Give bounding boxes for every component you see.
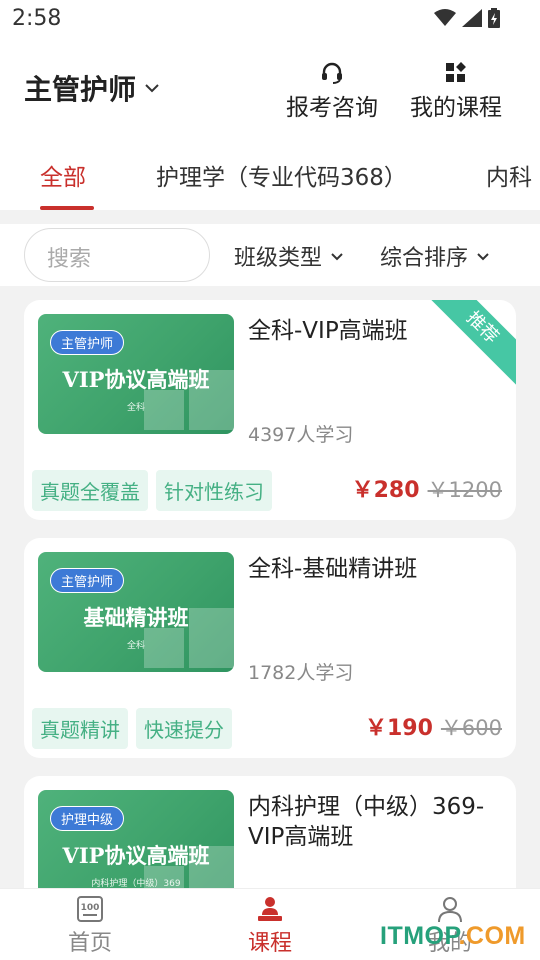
thumbnail-tag: 护理中级 <box>50 806 125 831</box>
course-thumbnail: 主管护师 基础精讲班 全科 <box>38 552 234 672</box>
tab-nursing-368[interactable]: 护理学（专业代码368） <box>156 158 407 192</box>
class-type-label: 班级类型 <box>234 246 323 271</box>
learner-count: 1782人学习 <box>248 662 354 684</box>
nav-home-label: 首页 <box>67 931 112 956</box>
watermark-text-a: ITMOP <box>380 922 459 950</box>
page-title: 主管护师 <box>24 73 137 106</box>
price: ￥280 <box>351 478 420 503</box>
course-title: 全科-基础精讲班 <box>248 556 418 582</box>
search-input[interactable]: 搜索 <box>24 228 210 282</box>
teacher-icon <box>258 897 282 921</box>
thumbnail-subtitle: 全科 <box>126 641 145 651</box>
thumbnail-title: VIP协议高端班 <box>62 843 210 868</box>
watermark-text-b: .COM <box>458 922 526 950</box>
nav-courses[interactable]: 课程 <box>220 895 320 957</box>
consult-button[interactable]: 报考咨询 <box>286 62 378 122</box>
signal-icon <box>462 9 482 27</box>
thumbnail-tag: 主管护师 <box>50 330 125 355</box>
chevron-down-icon <box>477 252 489 260</box>
svg-text:100: 100 <box>81 903 100 913</box>
tab-internal[interactable]: 内科 <box>486 158 532 192</box>
chevron-down-icon <box>331 252 343 260</box>
wifi-icon <box>434 9 456 26</box>
course-thumbnail: 主管护师 VIP协议高端班 全科 <box>38 314 234 434</box>
thumbnail-title: 基础精讲班 <box>83 605 189 630</box>
nav-courses-label: 课程 <box>247 931 292 956</box>
my-courses-label: 我的课程 <box>410 95 502 121</box>
feature-tag: 真题精讲 <box>32 708 128 749</box>
course-card[interactable]: 主管护师 VIP协议高端班 全科 全科-VIP高端班 4397人学习 真题全覆盖… <box>24 300 516 520</box>
class-type-filter[interactable]: 班级类型 <box>234 240 344 272</box>
sort-label: 综合排序 <box>380 246 469 271</box>
user-icon <box>438 897 462 923</box>
original-price: ￥600 <box>440 716 502 740</box>
price-block: ￥280 ￥1200 <box>352 472 502 504</box>
category-tabs: 全部 护理学（专业代码368） 内科 <box>0 138 540 210</box>
thumbnail-subtitle: 全科 <box>126 403 145 413</box>
price: ￥190 <box>364 716 433 741</box>
thumbnail-tag: 主管护师 <box>50 568 125 593</box>
headset-icon <box>322 62 342 84</box>
sort-filter[interactable]: 综合排序 <box>380 240 490 272</box>
chevron-down-icon <box>145 84 159 93</box>
status-time: 2:58 <box>12 6 62 31</box>
active-tab-indicator <box>40 206 94 210</box>
exam-100-icon: 100 <box>77 896 103 922</box>
feature-tags: 真题精讲 快速提分 <box>32 708 232 749</box>
feature-tag: 快速提分 <box>136 708 232 749</box>
price-block: ￥190 ￥600 <box>365 710 502 742</box>
course-title: 内科护理（中级）369-VIP高端班 <box>248 794 485 850</box>
battery-icon <box>488 8 500 28</box>
status-icons <box>434 8 500 28</box>
original-price: ￥1200 <box>427 478 502 502</box>
feature-tag: 针对性练习 <box>156 470 272 511</box>
grid-apps-icon <box>446 62 466 82</box>
feature-tags: 真题全覆盖 针对性练习 <box>32 470 272 511</box>
course-card[interactable]: 主管护师 基础精讲班 全科 全科-基础精讲班 1782人学习 真题精讲 快速提分… <box>24 538 516 758</box>
nav-home[interactable]: 100 首页 <box>40 895 140 957</box>
status-bar: 2:58 <box>0 0 540 38</box>
filter-bar: 搜索 班级类型 综合排序 <box>0 224 540 286</box>
app-header: 主管护师 报考咨询 我的课程 <box>0 38 540 138</box>
tab-all[interactable]: 全部 <box>40 158 86 192</box>
watermark: ITMOP.COM <box>380 922 526 951</box>
learner-count: 4397人学习 <box>248 424 354 446</box>
consult-label: 报考咨询 <box>286 95 378 121</box>
my-courses-button[interactable]: 我的课程 <box>410 62 502 122</box>
exam-selector[interactable]: 主管护师 <box>24 68 160 108</box>
thumbnail-title: VIP协议高端班 <box>62 367 210 392</box>
feature-tag: 真题全覆盖 <box>32 470 148 511</box>
